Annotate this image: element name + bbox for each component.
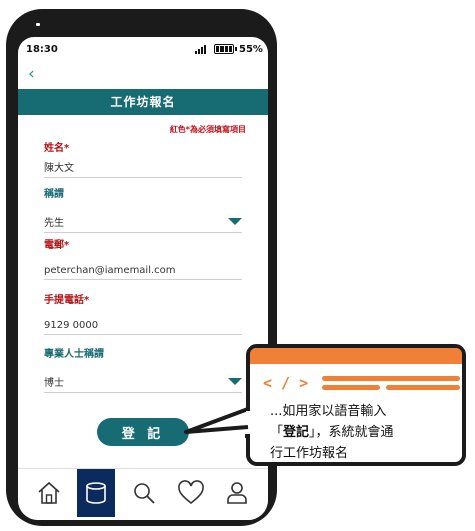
- callout-line-2: 「登記」，系統就會通: [270, 425, 394, 440]
- signal-icon: [195, 45, 206, 54]
- user-icon: [227, 482, 247, 504]
- professional-title-value: 博士: [44, 378, 64, 389]
- name-input[interactable]: 陳大文: [44, 159, 242, 178]
- bubble-tail: [184, 407, 250, 434]
- battery-percent: 55%: [239, 44, 263, 55]
- phone-label: 手提電話*: [44, 295, 90, 306]
- phone-field[interactable]: 手提電話* 9129 0000: [44, 291, 242, 335]
- required-note: 紅色*為必須填寫項目: [169, 125, 246, 134]
- professional-title-field[interactable]: 專業人士稱謂 博士: [44, 345, 242, 393]
- title-field[interactable]: 稱謂 先生: [44, 185, 242, 233]
- status-bar: 18:30 55%: [18, 37, 268, 62]
- page-title: 工作坊報名: [18, 89, 268, 115]
- title-select[interactable]: 先生: [44, 214, 242, 233]
- title-select-value: 先生: [44, 218, 64, 229]
- professional-title-select[interactable]: 博士: [44, 374, 242, 393]
- callout-line-3: 行工作坊報名: [270, 446, 349, 461]
- nav-database[interactable]: [77, 469, 115, 517]
- email-label: 電郵*: [44, 240, 70, 251]
- nav-home[interactable]: [30, 469, 68, 517]
- nav-profile[interactable]: [218, 469, 256, 517]
- back-icon[interactable]: ‹: [28, 64, 35, 84]
- code-icon: < / >: [263, 374, 309, 392]
- name-field[interactable]: 姓名* 陳大文: [44, 139, 242, 178]
- professional-title-label: 專業人士稱謂: [44, 349, 104, 360]
- phone-input[interactable]: 9129 0000: [44, 320, 242, 335]
- search-icon: [134, 483, 155, 504]
- phone-screen: 18:30 55% ‹ 工作坊報名 紅色*為必須填寫項目 姓名* 陳大文 稱謂 …: [18, 37, 268, 520]
- callout-line-1: ...如用家以語音輸入: [270, 404, 387, 419]
- email-field[interactable]: 電郵* peterchan@iamemail.com: [44, 236, 242, 280]
- database-icon: [86, 482, 106, 504]
- heart-icon: [178, 480, 204, 505]
- name-label: 姓名*: [44, 143, 70, 154]
- register-button[interactable]: 登 記: [97, 418, 189, 446]
- status-time: 18:30: [26, 44, 58, 55]
- bottom-nav: [18, 468, 268, 520]
- battery-icon: [214, 44, 237, 54]
- nav-search[interactable]: [125, 469, 163, 517]
- decor-line: [386, 385, 460, 390]
- chevron-down-icon[interactable]: [228, 378, 242, 385]
- title-label: 稱謂: [44, 189, 64, 200]
- phone-speaker: [36, 23, 40, 26]
- callout-text: ...如用家以語音輸入 「登記」，系統就會通 行工作坊報名: [270, 401, 460, 464]
- chevron-down-icon[interactable]: [228, 218, 242, 225]
- decor-line: [322, 385, 380, 390]
- decor-line: [322, 376, 460, 381]
- email-input[interactable]: peterchan@iamemail.com: [44, 265, 242, 280]
- nav-favorites[interactable]: [172, 469, 210, 517]
- home-icon: [38, 481, 60, 504]
